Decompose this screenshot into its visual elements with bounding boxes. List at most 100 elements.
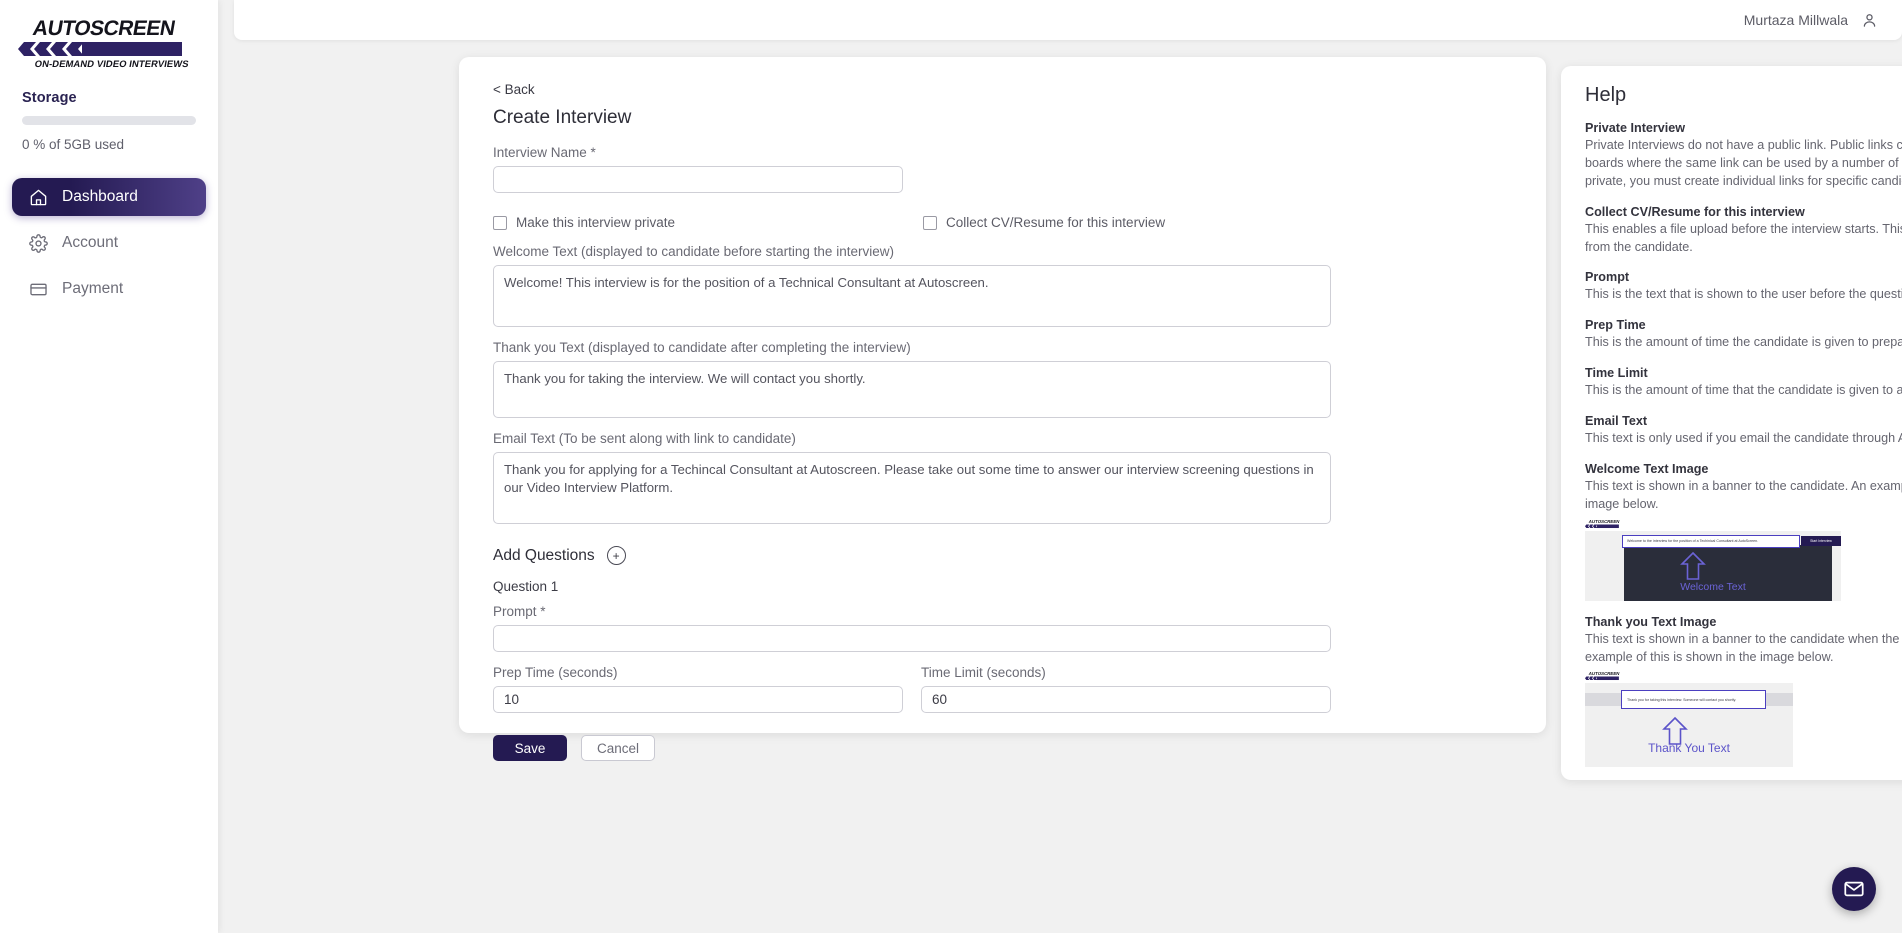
help-entry-prep-time: Prep Time This is the amount of time the…	[1585, 318, 1902, 352]
page-title: Create Interview	[493, 107, 632, 128]
time-limit-field-group: Time Limit (seconds)	[921, 665, 1331, 713]
help-entry-heading: Time Limit	[1585, 366, 1648, 381]
svg-text:ON-DEMAND VIDEO INTERVIEWS: ON-DEMAND VIDEO INTERVIEWS	[34, 59, 190, 70]
help-entry-thankyou-text-image: Thank you Text Image This text is shown …	[1585, 615, 1902, 768]
sidebar-item-payment[interactable]: Payment	[12, 270, 206, 308]
interview-name-label: Interview Name *	[493, 145, 596, 160]
collect-cv-checkbox-label: Collect CV/Resume for this interview	[946, 215, 1166, 230]
storage-block: Storage 0 % of 5GB used	[0, 72, 218, 152]
brand-logo[interactable]: AUTOSCREEN ON-DEMAND VIDEO INTERVIEWS	[0, 0, 218, 72]
thankyou-example-canvas: Thank you for taking this interview. Som…	[1585, 683, 1793, 768]
question-title: Question 1	[493, 579, 559, 594]
thankyou-text-label: Thank you Text (displayed to candidate a…	[493, 340, 911, 355]
welcome-text-example-image: AUTOSCREEN Welcome to the interview for …	[1585, 518, 1841, 601]
welcome-example-banner: Welcome to the interview for the positio…	[1622, 534, 1800, 548]
sidebar-item-label: Dashboard	[62, 188, 138, 205]
prep-time-field-group: Prep Time (seconds)	[493, 665, 903, 713]
autoscreen-logo-icon: AUTOSCREEN ON-DEMAND VIDEO INTERVIEWS	[18, 17, 190, 70]
sidebar-item-label: Payment	[62, 280, 124, 297]
prompt-input[interactable]	[493, 625, 1331, 652]
help-entry-heading: Prep Time	[1585, 318, 1646, 333]
prep-time-input[interactable]	[493, 686, 903, 713]
user-name-label: Murtaza Millwala	[1743, 12, 1848, 28]
app-root: AUTOSCREEN ON-DEMAND VIDEO INTERVIEWS St…	[0, 0, 1902, 933]
help-entry-body: This is the text that is shown to the us…	[1585, 287, 1902, 302]
welcome-example-start-button: Start Interview	[1801, 535, 1841, 546]
add-questions-label: Add Questions	[493, 546, 595, 564]
home-icon	[28, 187, 48, 207]
sidebar-item-dashboard[interactable]: Dashboard	[12, 178, 206, 216]
storage-usage-caption: 0 % of 5GB used	[22, 137, 125, 152]
checkbox-box-icon	[493, 215, 507, 230]
help-entry-body: This text is shown in a banner to the ca…	[1585, 631, 1902, 664]
time-limit-label: Time Limit (seconds)	[921, 665, 1046, 680]
help-entry-prompt: Prompt This is the text that is shown to…	[1585, 270, 1902, 304]
sidebar-item-label: Account	[62, 234, 119, 251]
prep-time-label: Prep Time (seconds)	[493, 665, 618, 680]
email-text-label: Email Text (To be sent along with link t…	[493, 431, 796, 446]
person-icon[interactable]	[1860, 11, 1878, 29]
welcome-example-canvas: Welcome to the interview for the positio…	[1585, 530, 1841, 601]
help-entry-heading: Email Text	[1585, 414, 1648, 428]
welcome-text-label: Welcome Text (displayed to candidate bef…	[493, 244, 894, 259]
email-text-textarea[interactable]	[493, 452, 1331, 524]
storage-title: Storage	[22, 90, 77, 106]
sidebar-nav: Dashboard Account Payment	[0, 178, 218, 308]
card-icon	[28, 279, 48, 299]
help-entry-email-text: Email Text This text is only used if you…	[1585, 414, 1902, 448]
help-entry-body: Private Interviews do not have a public …	[1585, 138, 1902, 188]
checkbox-row: Make this interview private Collect CV/R…	[493, 215, 1512, 230]
help-entry-welcome-text-image: Welcome Text Image This text is shown in…	[1585, 462, 1902, 601]
autoscreen-logo-icon: AUTOSCREEN	[1585, 519, 1620, 528]
contact-mail-fab[interactable]	[1832, 867, 1876, 911]
help-panel: Help Private Interview Private Interview…	[1561, 66, 1902, 780]
content-area: Murtaza Millwala < Back Create Interview…	[218, 0, 1902, 933]
svg-text:AUTOSCREEN: AUTOSCREEN	[31, 17, 177, 40]
help-entry-heading: Private Interview	[1585, 121, 1686, 135]
help-entry-body: This text is only used if you email the …	[1585, 431, 1902, 445]
help-entry-heading: Prompt	[1585, 270, 1630, 285]
create-interview-card: < Back Create Interview Interview Name *…	[459, 57, 1546, 761]
help-entry-body: This enables a file upload before the in…	[1585, 221, 1902, 254]
topbar: Murtaza Millwala	[234, 0, 1902, 40]
prompt-field-group: Prompt *	[493, 604, 1512, 652]
svg-text:AUTOSCREEN: AUTOSCREEN	[1588, 519, 1620, 524]
form-actions: Save Cancel	[493, 735, 1512, 761]
storage-progress-bar	[22, 116, 196, 125]
welcome-text-textarea[interactable]	[493, 265, 1331, 327]
gear-icon	[28, 233, 48, 253]
help-entry-heading: Thank you Text Image	[1585, 614, 1717, 629]
help-entry-heading: Collect CV/Resume for this interview	[1585, 204, 1805, 219]
thankyou-text-textarea[interactable]	[493, 361, 1331, 418]
add-question-button[interactable]: +	[606, 546, 626, 565]
private-interview-checkbox-label: Make this interview private	[516, 215, 676, 230]
cancel-button[interactable]: Cancel	[581, 735, 655, 761]
back-link[interactable]: < Back	[493, 82, 535, 97]
thankyou-example-banner: Thank you for taking this interview. Som…	[1621, 690, 1766, 710]
checkbox-box-icon	[923, 215, 937, 230]
help-entry-body: This is the amount of time the candidate…	[1585, 335, 1902, 350]
help-entry-collect-cv: Collect CV/Resume for this interview Thi…	[1585, 205, 1902, 257]
welcome-example-caption: Welcome Text	[1680, 580, 1746, 593]
help-entry-body: This is the amount of time that the cand…	[1585, 383, 1902, 398]
interview-name-field-group: Interview Name *	[493, 145, 1512, 193]
sidebar: AUTOSCREEN ON-DEMAND VIDEO INTERVIEWS St…	[0, 0, 218, 933]
help-entry-time-limit: Time Limit This is the amount of time th…	[1585, 366, 1902, 400]
timing-row: Prep Time (seconds) Time Limit (seconds)	[493, 665, 1512, 713]
sidebar-item-account[interactable]: Account	[12, 224, 206, 262]
interview-name-input[interactable]	[493, 166, 903, 193]
thankyou-example-caption: Thank You Text	[1648, 741, 1730, 756]
thankyou-text-example-image: AUTOSCREEN Thank you for taking this int…	[1585, 670, 1841, 768]
private-interview-checkbox[interactable]: Make this interview private	[493, 215, 923, 230]
email-text-field-group: Email Text (To be sent along with link t…	[493, 431, 1512, 524]
svg-text:AUTOSCREEN: AUTOSCREEN	[1588, 672, 1620, 677]
welcome-text-field-group: Welcome Text (displayed to candidate bef…	[493, 244, 1512, 327]
save-button[interactable]: Save	[493, 735, 567, 761]
help-entry-body: This text is shown in a banner to the ca…	[1585, 478, 1902, 511]
prompt-label: Prompt *	[493, 604, 546, 619]
time-limit-input[interactable]	[921, 686, 1331, 713]
help-entry-heading: Welcome Text Image	[1585, 461, 1709, 476]
thankyou-text-field-group: Thank you Text (displayed to candidate a…	[493, 340, 1512, 418]
add-questions-row: Add Questions +	[493, 546, 1512, 565]
collect-cv-checkbox[interactable]: Collect CV/Resume for this interview	[923, 215, 1165, 230]
